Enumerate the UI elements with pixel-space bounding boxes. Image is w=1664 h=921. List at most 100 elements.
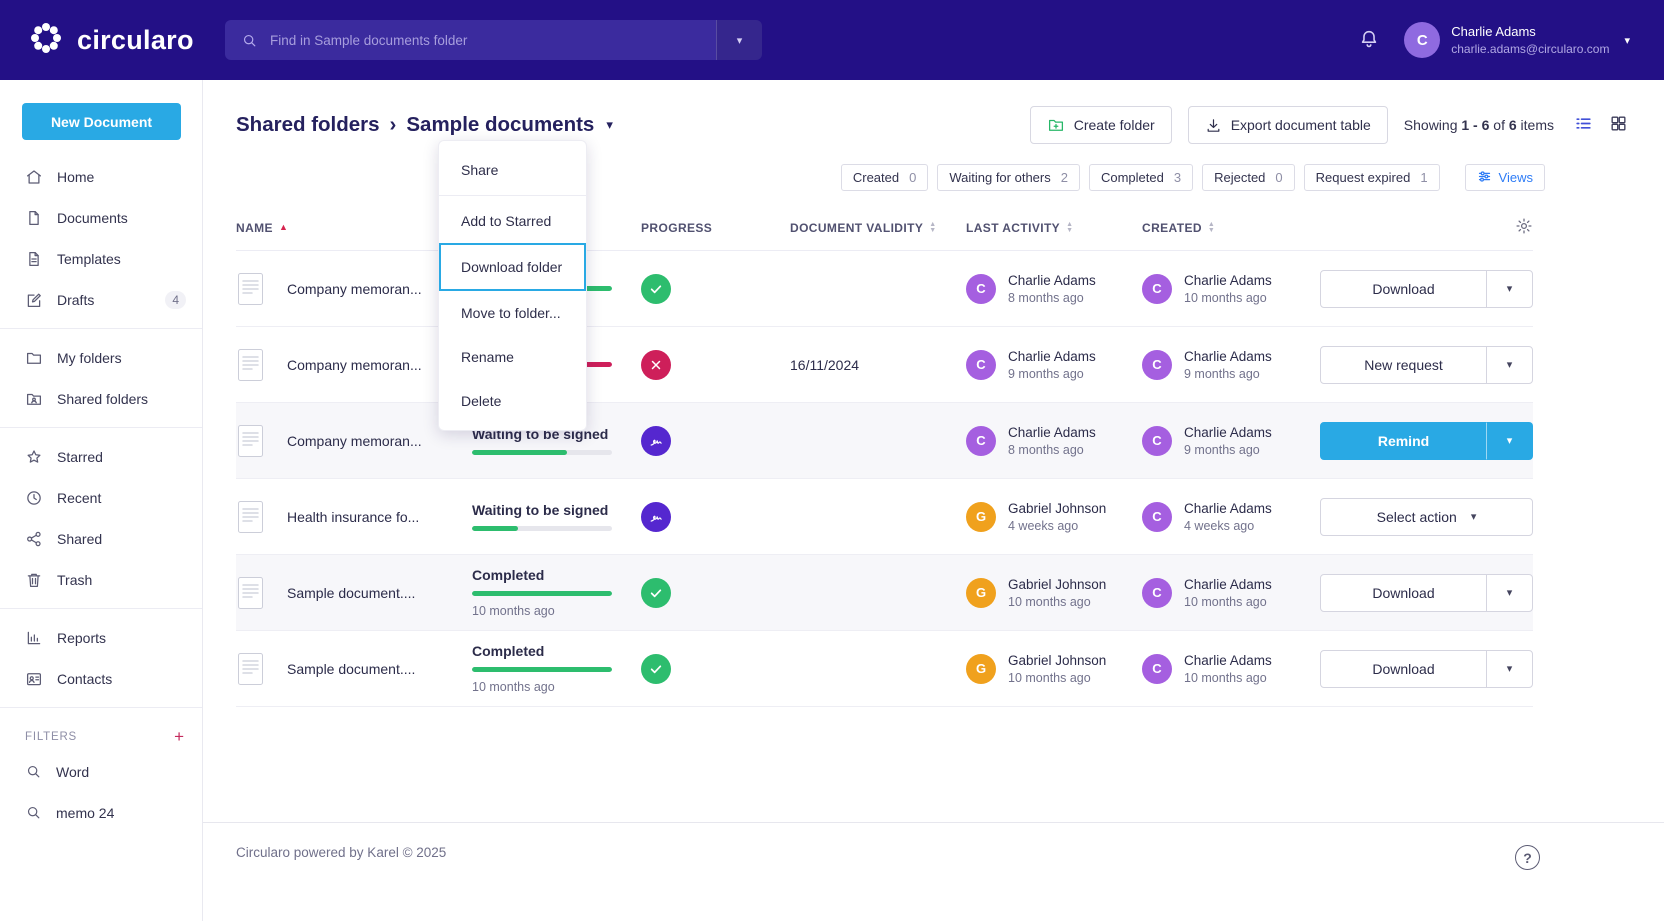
footer-text: Circularo powered by Karel © 2025 (236, 845, 446, 860)
search-icon (25, 804, 42, 821)
select-action-button[interactable]: Select action▾ (1320, 498, 1533, 536)
action-dropdown-button[interactable]: ▾ (1486, 270, 1533, 308)
action-dropdown-button[interactable]: ▾ (1486, 346, 1533, 384)
sidebar-divider (0, 328, 202, 329)
sidebar-item-templates[interactable]: Templates (0, 238, 202, 279)
avatar: G (966, 502, 996, 532)
document-thumbnail-icon (238, 349, 263, 381)
chevron-down-icon: ▾ (1471, 510, 1477, 523)
table-row[interactable]: Company memoran... C Charlie Adams 8 mon… (236, 251, 1533, 327)
avatar: C (1142, 274, 1172, 304)
action-dropdown-button[interactable]: ▾ (1486, 574, 1533, 612)
person-name: Charlie Adams (1008, 273, 1096, 288)
avatar: C (1142, 502, 1172, 532)
search-input[interactable] (270, 33, 716, 48)
chip-waiting-for-others[interactable]: Waiting for others2 (937, 164, 1080, 191)
column-header-created[interactable]: CREATED▲▼ (1142, 221, 1320, 235)
export-document-table-button[interactable]: Export document table (1188, 106, 1388, 144)
sidebar-item-shared-folders[interactable]: Shared folders (0, 378, 202, 419)
list-view-icon[interactable] (1574, 114, 1593, 136)
menu-item-share[interactable]: Share (439, 148, 586, 192)
folder-menu-caret-icon[interactable]: ▾ (606, 117, 613, 133)
person-name: Gabriel Johnson (1008, 501, 1106, 516)
new-document-button[interactable]: New Document (22, 103, 181, 140)
user-menu[interactable]: C Charlie Adams charlie.adams@circularo.… (1404, 22, 1630, 58)
sort-icons: ▲▼ (1208, 222, 1215, 234)
table-settings-gear-icon[interactable] (1515, 217, 1533, 238)
completed-check-icon (641, 578, 671, 608)
menu-item-download-folder[interactable]: Download folder (439, 243, 586, 291)
chip-request-expired[interactable]: Request expired1 (1304, 164, 1440, 191)
sidebar-item-reports[interactable]: Reports (0, 617, 202, 658)
column-header-last-activity[interactable]: LAST ACTIVITY▲▼ (966, 221, 1142, 235)
sidebar-item-label: Templates (57, 251, 121, 267)
search-icon (241, 32, 258, 49)
views-button[interactable]: Views (1465, 164, 1545, 191)
menu-item-add-to-starred[interactable]: Add to Starred (439, 199, 586, 243)
sidebar-item-documents[interactable]: Documents (0, 197, 202, 238)
create-folder-button[interactable]: Create folder (1030, 106, 1172, 144)
document-icon (25, 209, 43, 227)
progress-bar (472, 450, 612, 455)
table-header-row: NAME▲ PROGRESS DOCUMENT VALIDITY▲▼ LAST … (236, 205, 1533, 251)
sidebar-item-my-folders[interactable]: My folders (0, 337, 202, 378)
user-menu-caret-icon: ▾ (1624, 34, 1630, 47)
add-filter-button[interactable]: + (174, 728, 184, 745)
sidebar-item-starred[interactable]: Starred (0, 436, 202, 477)
menu-item-rename[interactable]: Rename (439, 335, 586, 379)
breadcrumb-separator: › (390, 113, 397, 137)
progress-bar (472, 526, 612, 531)
table-row[interactable]: Company memoran... 16/11/2024 C Charlie … (236, 327, 1533, 403)
sidebar-item-home[interactable]: Home (0, 156, 202, 197)
user-email: charlie.adams@circularo.com (1451, 41, 1609, 57)
menu-item-move-to-folder[interactable]: Move to folder... (439, 291, 586, 335)
document-name: Company memoran... (287, 357, 422, 373)
document-validity: 16/11/2024 (790, 357, 966, 373)
column-header-document-validity[interactable]: DOCUMENT VALIDITY▲▼ (790, 221, 966, 235)
breadcrumb: Shared folders › Sample documents ▾ (236, 113, 613, 137)
sidebar-item-label: Documents (57, 210, 128, 226)
action-dropdown-button[interactable]: ▾ (1486, 422, 1533, 460)
sidebar-item-shared[interactable]: Shared (0, 518, 202, 559)
sidebar-item-drafts[interactable]: Drafts 4 (0, 279, 202, 320)
document-name: Health insurance fo... (287, 509, 419, 525)
table-row[interactable]: Company memoran... Waiting to be signed … (236, 403, 1533, 479)
sidebar-item-contacts[interactable]: Contacts (0, 658, 202, 699)
column-header-progress: PROGRESS (641, 221, 790, 235)
status-text: Waiting to be signed (472, 502, 608, 518)
column-header-name[interactable]: NAME▲ (236, 221, 472, 235)
avatar: G (966, 578, 996, 608)
sidebar-item-trash[interactable]: Trash (0, 559, 202, 600)
download-button[interactable]: Download (1320, 270, 1487, 308)
document-thumbnail-icon (238, 577, 263, 609)
action-dropdown-button[interactable]: ▾ (1486, 650, 1533, 688)
notifications-bell-icon[interactable] (1358, 28, 1380, 53)
sort-ascending-icon: ▲ (279, 223, 288, 232)
person-time: 9 months ago (1008, 367, 1096, 381)
table-row[interactable]: Sample document.... Completed 10 months … (236, 555, 1533, 631)
chip-completed[interactable]: Completed3 (1089, 164, 1193, 191)
table-row[interactable]: Sample document.... Completed 10 months … (236, 631, 1533, 707)
download-button[interactable]: Download (1320, 574, 1487, 612)
chip-rejected[interactable]: Rejected0 (1202, 164, 1295, 191)
sidebar-item-recent[interactable]: Recent (0, 477, 202, 518)
circularo-logo-icon (26, 18, 66, 63)
search-scope-dropdown-button[interactable]: ▾ (716, 20, 762, 60)
download-button[interactable]: Download (1320, 650, 1487, 688)
chip-created[interactable]: Created0 (841, 164, 928, 191)
table-row[interactable]: Health insurance fo... Waiting to be sig… (236, 479, 1533, 555)
brand-logo[interactable]: circularo (0, 18, 225, 63)
grid-view-icon[interactable] (1609, 114, 1628, 136)
help-icon[interactable]: ? (1515, 845, 1540, 870)
person-time: 8 months ago (1008, 443, 1096, 457)
new-request-button[interactable]: New request (1320, 346, 1487, 384)
menu-item-delete[interactable]: Delete (439, 379, 586, 423)
sidebar-item-label: Contacts (57, 671, 112, 687)
sidebar-filter-word[interactable]: Word (0, 751, 202, 792)
breadcrumb-parent[interactable]: Shared folders (236, 113, 380, 137)
sidebar-item-label: My folders (57, 350, 122, 366)
sidebar-filter-memo-24[interactable]: memo 24 (0, 792, 202, 833)
person-time: 4 weeks ago (1008, 519, 1106, 533)
person-name: Charlie Adams (1184, 425, 1272, 440)
remind-button[interactable]: Remind (1320, 422, 1487, 460)
